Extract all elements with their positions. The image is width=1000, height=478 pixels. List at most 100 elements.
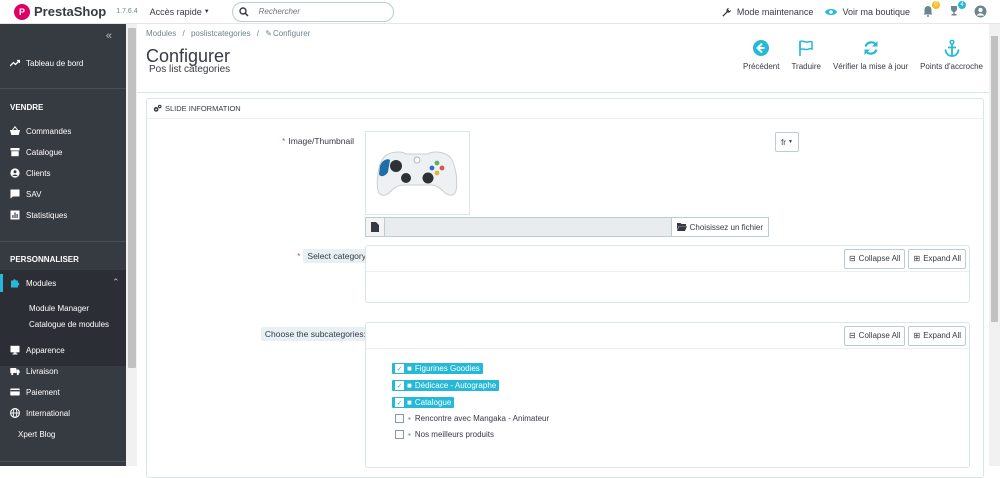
maintenance-link[interactable]: Mode maintenance — [721, 7, 813, 18]
checkbox-checked[interactable]: ✓ — [395, 398, 404, 407]
bar-chart-icon — [10, 210, 20, 220]
sidebar: « Tableau de bord VENDRE Commandes Catal… — [0, 24, 126, 466]
logo-text: PrestaShop — [34, 4, 107, 19]
language-dropdown[interactable]: fr ▼ — [775, 132, 799, 152]
sidebar-item-appearance[interactable]: Apparence — [10, 345, 65, 355]
sidebar-scrollbar-thumb[interactable] — [128, 28, 136, 368]
orders-badge: 4 — [958, 1, 966, 9]
sidebar-item-label: Xpert Blog — [18, 430, 56, 439]
collapse-all-button[interactable]: ⊟ Collapse All — [843, 325, 906, 346]
sidebar-item-modules[interactable]: Modules — [10, 278, 56, 288]
breadcrumb-modules[interactable]: Modules — [146, 29, 176, 38]
expand-all-button[interactable]: ⊞ Expand All — [908, 325, 966, 346]
choose-file-button[interactable]: Choisissez un fichier — [670, 217, 769, 237]
main-scrollbar-thumb[interactable] — [991, 36, 998, 322]
hooks-button[interactable]: Points d'accroche — [918, 38, 985, 71]
puzzle-icon — [11, 279, 20, 288]
trending-up-icon — [10, 59, 20, 67]
sidebar-item-customers[interactable]: Clients — [10, 168, 50, 178]
chevron-up-icon[interactable]: ⌃ — [112, 277, 120, 288]
logo[interactable]: P PrestaShop 1.7.6.4 — [14, 3, 138, 20]
account-button[interactable] — [974, 5, 988, 19]
checkbox-unchecked[interactable] — [395, 414, 404, 423]
image-label: * Image/Thumbnail — [282, 136, 354, 146]
modules-active-indicator — [0, 274, 3, 292]
collapse-all-label: Collapse All — [858, 254, 901, 263]
sidebar-item-label: Statistiques — [26, 210, 68, 220]
quick-access-dropdown[interactable]: Accès rapide ▼ — [150, 7, 210, 17]
tree-item-label: Catalogue — [414, 398, 452, 407]
tree-item[interactable]: ✓ ■ Figurines Goodies — [392, 363, 483, 374]
image-thumbnail — [365, 131, 470, 215]
sidebar-subitem-module-catalog[interactable]: Catalogue de modules — [29, 320, 109, 329]
shopping-basket-icon — [10, 126, 20, 135]
wrench-icon — [722, 7, 731, 17]
sidebar-item-xpert-blog[interactable]: Xpert Blog — [18, 430, 55, 439]
refresh-icon — [861, 38, 881, 58]
cogs-icon — [153, 104, 162, 112]
check-update-button[interactable]: Vérifier la mise à jour — [831, 38, 910, 71]
sidebar-item-payment[interactable]: Paiement — [10, 387, 60, 397]
language-value: fr — [781, 137, 786, 147]
subcategories-text: Choose the subcategories: — [260, 327, 370, 341]
checkbox-unchecked[interactable] — [395, 430, 404, 439]
sidebar-item-international[interactable]: International — [10, 408, 70, 418]
tree-item-selected[interactable]: ✓ ■ Dédicace - Autographe — [392, 380, 500, 391]
sidebar-item-label: Catalogue — [26, 147, 63, 157]
page-subtitle: Pos list categories — [149, 64, 231, 75]
search-box[interactable] — [231, 1, 394, 22]
arrow-circle-left-icon — [751, 38, 771, 58]
back-label: Précédent — [742, 62, 780, 71]
tree-item[interactable]: ▪ Rencontre avec Mangaka - Animateur — [395, 414, 549, 423]
select-category-label: * Select category — [297, 249, 370, 263]
checkbox-checked[interactable]: ✓ — [395, 364, 404, 373]
file-name-field[interactable] — [385, 217, 671, 237]
category-tree: ⊟ Collapse All ⊞ Expand All — [365, 245, 970, 303]
credit-card-icon — [10, 388, 20, 396]
sidebar-divider — [0, 461, 126, 462]
sidebar-item-label: Paiement — [26, 387, 60, 397]
sidebar-item-label: Commandes — [26, 126, 72, 136]
translate-button[interactable]: Traduire — [789, 38, 823, 71]
tree-item-label: Rencontre avec Mangaka - Animateur — [414, 414, 550, 423]
sidebar-item-shipping[interactable]: Livraison — [10, 366, 58, 376]
required-marker: * — [282, 136, 286, 146]
controller-image — [376, 151, 458, 196]
sidebar-section-sell: VENDRE — [10, 103, 44, 112]
anchor-icon — [942, 38, 962, 58]
collapse-sidebar-button[interactable]: « — [106, 30, 112, 42]
hooks-label: Points d'accroche — [920, 62, 983, 71]
account-circle-icon — [10, 168, 20, 178]
view-shop-link[interactable]: Voir ma boutique — [825, 7, 910, 17]
breadcrumb-module[interactable]: poslistcategories — [191, 29, 251, 38]
folder-icon: ■ — [407, 364, 412, 373]
search-icon — [238, 6, 249, 17]
checkbox-checked[interactable]: ✓ — [395, 381, 404, 390]
sidebar-subitem-module-manager[interactable]: Module Manager — [29, 304, 89, 313]
tree-item-selected[interactable]: ✓ ■ Figurines Goodies — [392, 363, 483, 374]
subcategories-label: Choose the subcategories: — [260, 327, 370, 341]
back-button[interactable]: Précédent — [741, 38, 781, 71]
sidebar-item-label: SAV — [26, 189, 42, 199]
tree-item-selected[interactable]: ✓ ■ Catalogue — [392, 397, 455, 408]
expand-all-button[interactable]: ⊞ Expand All — [908, 248, 966, 269]
tree-item[interactable]: ✓ ■ Catalogue — [392, 397, 455, 408]
collapse-all-button[interactable]: ⊟ Collapse All — [843, 248, 906, 269]
top-bar: P PrestaShop 1.7.6.4 Accès rapide ▼ Mode… — [0, 0, 1000, 24]
prestashop-logo-icon: P — [14, 3, 30, 20]
folder-icon: ■ — [407, 398, 412, 407]
minus-square-icon: ⊟ — [848, 331, 856, 340]
sidebar-item-sav[interactable]: SAV — [10, 189, 41, 199]
notifications-button[interactable]: 0 — [922, 1, 940, 19]
orders-notification-button[interactable]: 4 — [948, 1, 966, 19]
flag-icon — [796, 38, 816, 58]
sidebar-item-stats[interactable]: Statistiques — [10, 210, 67, 220]
bullet-icon: ▪ — [408, 414, 411, 423]
translate-label: Traduire — [791, 62, 821, 71]
search-input[interactable] — [258, 7, 379, 16]
sidebar-item-dashboard[interactable]: Tableau de bord — [10, 58, 83, 68]
tree-item[interactable]: ▪ Nos meilleurs produits — [395, 430, 494, 439]
sidebar-item-orders[interactable]: Commandes — [10, 126, 71, 136]
tree-item[interactable]: ✓ ■ Dédicace - Autographe — [392, 380, 500, 391]
sidebar-item-catalog[interactable]: Catalogue — [10, 147, 62, 157]
